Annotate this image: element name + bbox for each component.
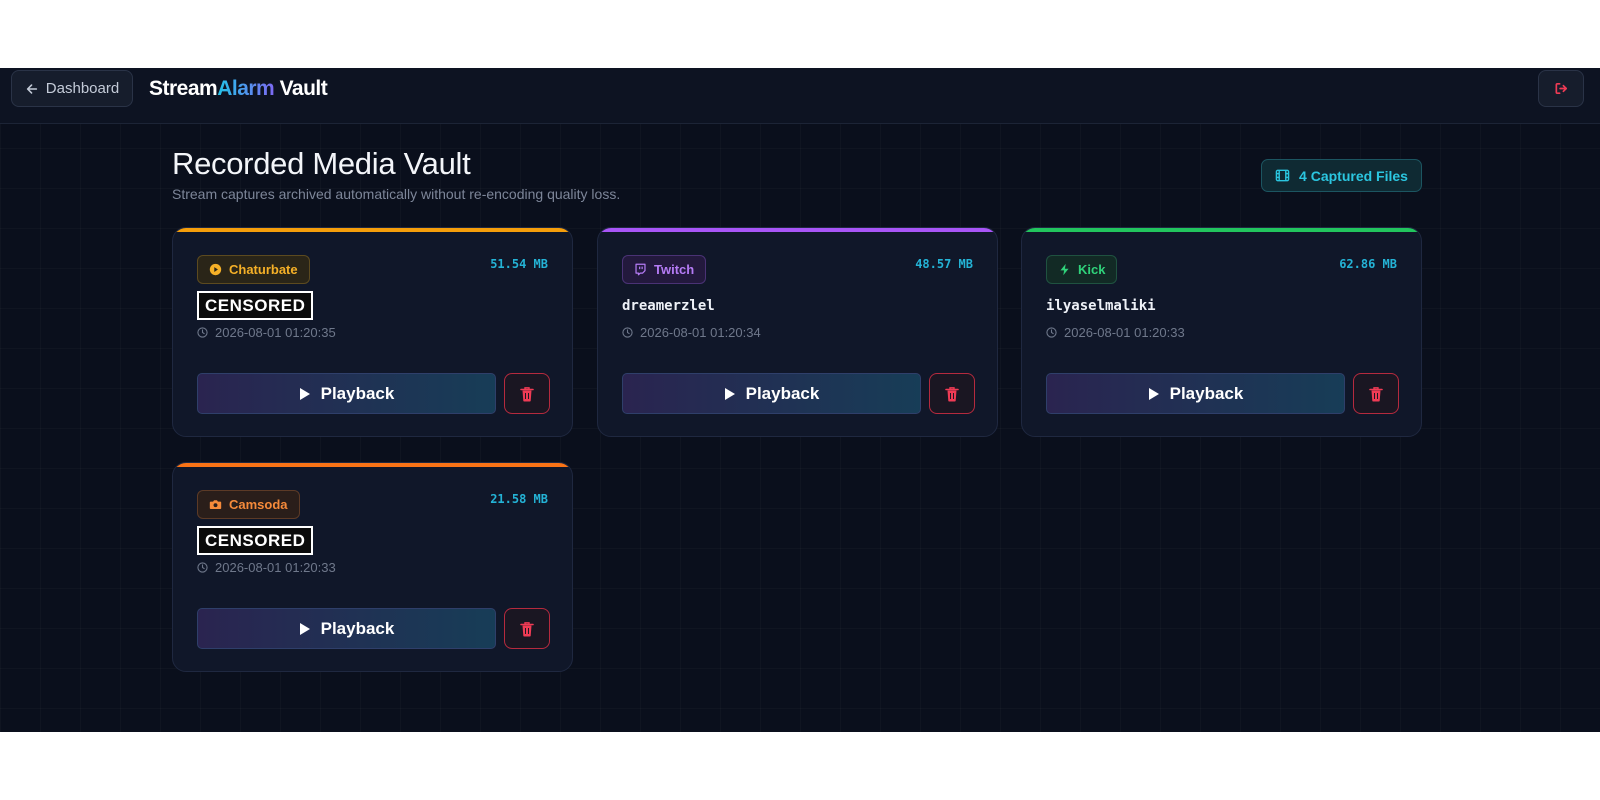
logout-icon <box>1555 82 1567 95</box>
recording-timestamp: 2026-08-01 01:20:34 <box>622 325 761 340</box>
play-circle-icon <box>209 263 222 276</box>
recording-card: Kick 62.86 MB ilyaselmaliki 2026-08-01 0… <box>1021 227 1422 437</box>
card-accent-bar <box>598 228 997 232</box>
platform-badge: Twitch <box>622 255 707 284</box>
top-bar: Dashboard StreamAlarm Vault <box>0 68 1600 124</box>
timestamp-text: 2026-08-01 01:20:33 <box>215 560 336 575</box>
streamer-name: dreamerzlel <box>622 298 715 314</box>
card-accent-bar <box>173 463 572 467</box>
delete-button[interactable] <box>1353 373 1399 414</box>
clock-icon <box>622 327 633 338</box>
playback-button[interactable]: Playback <box>1046 373 1345 414</box>
bolt-icon <box>1060 263 1069 276</box>
recording-card: Twitch 48.57 MB dreamerzlel 2026-08-01 0… <box>597 227 998 437</box>
trash-icon <box>945 386 959 402</box>
back-button-label: Dashboard <box>45 80 120 97</box>
card-accent-bar <box>1022 228 1421 232</box>
play-icon <box>724 387 735 400</box>
platform-badge: Chaturbate <box>197 255 310 284</box>
page-title: Recorded Media Vault <box>172 146 471 181</box>
platform-name: Twitch <box>654 262 695 277</box>
platform-name: Kick <box>1078 262 1106 277</box>
trash-icon <box>520 621 534 637</box>
clock-icon <box>197 562 208 573</box>
clock-icon <box>197 327 208 338</box>
streamer-name: CENSORED <box>197 291 314 320</box>
streamer-name: ilyaselmaliki <box>1046 298 1156 314</box>
playback-button[interactable]: Playback <box>197 608 496 649</box>
delete-button[interactable] <box>929 373 975 414</box>
delete-button[interactable] <box>504 373 550 414</box>
play-icon <box>299 387 310 400</box>
twitch-icon <box>635 263 646 276</box>
file-size: 48.57 MB <box>915 257 973 271</box>
brand-alarm: Alarm <box>217 77 275 100</box>
captured-files-badge: 4 Captured Files <box>1261 159 1422 192</box>
file-size: 21.58 MB <box>490 492 548 506</box>
file-size: 62.86 MB <box>1339 257 1397 271</box>
platform-name: Chaturbate <box>229 262 298 277</box>
brand-stream: Stream <box>149 77 218 100</box>
brand-logo: StreamAlarm Vault <box>149 77 328 101</box>
delete-button[interactable] <box>504 608 550 649</box>
clock-icon <box>1046 327 1057 338</box>
timestamp-text: 2026-08-01 01:20:33 <box>1064 325 1185 340</box>
logout-button[interactable] <box>1538 70 1584 107</box>
captured-files-count: 4 Captured Files <box>1299 167 1408 184</box>
arrow-left-icon <box>26 83 37 94</box>
trash-icon <box>520 386 534 402</box>
platform-badge: Kick <box>1046 255 1118 284</box>
play-icon <box>299 622 310 635</box>
recording-card: Camsoda 21.58 MB CENSORED 2026-08-01 01:… <box>172 462 573 672</box>
brand-vault: Vault <box>274 77 328 100</box>
recording-timestamp: 2026-08-01 01:20:33 <box>197 560 336 575</box>
file-size: 51.54 MB <box>490 257 548 271</box>
camera-icon <box>209 500 222 509</box>
timestamp-text: 2026-08-01 01:20:34 <box>640 325 761 340</box>
playback-button[interactable]: Playback <box>197 373 496 414</box>
playback-button[interactable]: Playback <box>622 373 921 414</box>
playback-label: Playback <box>1169 383 1244 403</box>
film-icon <box>1275 169 1290 182</box>
play-icon <box>1148 387 1159 400</box>
back-to-dashboard-button[interactable]: Dashboard <box>11 70 133 107</box>
playback-label: Playback <box>320 618 395 638</box>
platform-name: Camsoda <box>229 497 288 512</box>
card-accent-bar <box>173 228 572 232</box>
trash-icon <box>1369 386 1383 402</box>
app-root: Dashboard StreamAlarm Vault Recorded Med… <box>0 68 1600 732</box>
recording-card: Chaturbate 51.54 MB CENSORED 2026-08-01 … <box>172 227 573 437</box>
streamer-name: CENSORED <box>197 526 314 555</box>
timestamp-text: 2026-08-01 01:20:35 <box>215 325 336 340</box>
playback-label: Playback <box>745 383 820 403</box>
page-subtitle: Stream captures archived automatically w… <box>172 186 621 202</box>
playback-label: Playback <box>320 383 395 403</box>
platform-badge: Camsoda <box>197 490 300 519</box>
recording-timestamp: 2026-08-01 01:20:33 <box>1046 325 1185 340</box>
recording-timestamp: 2026-08-01 01:20:35 <box>197 325 336 340</box>
